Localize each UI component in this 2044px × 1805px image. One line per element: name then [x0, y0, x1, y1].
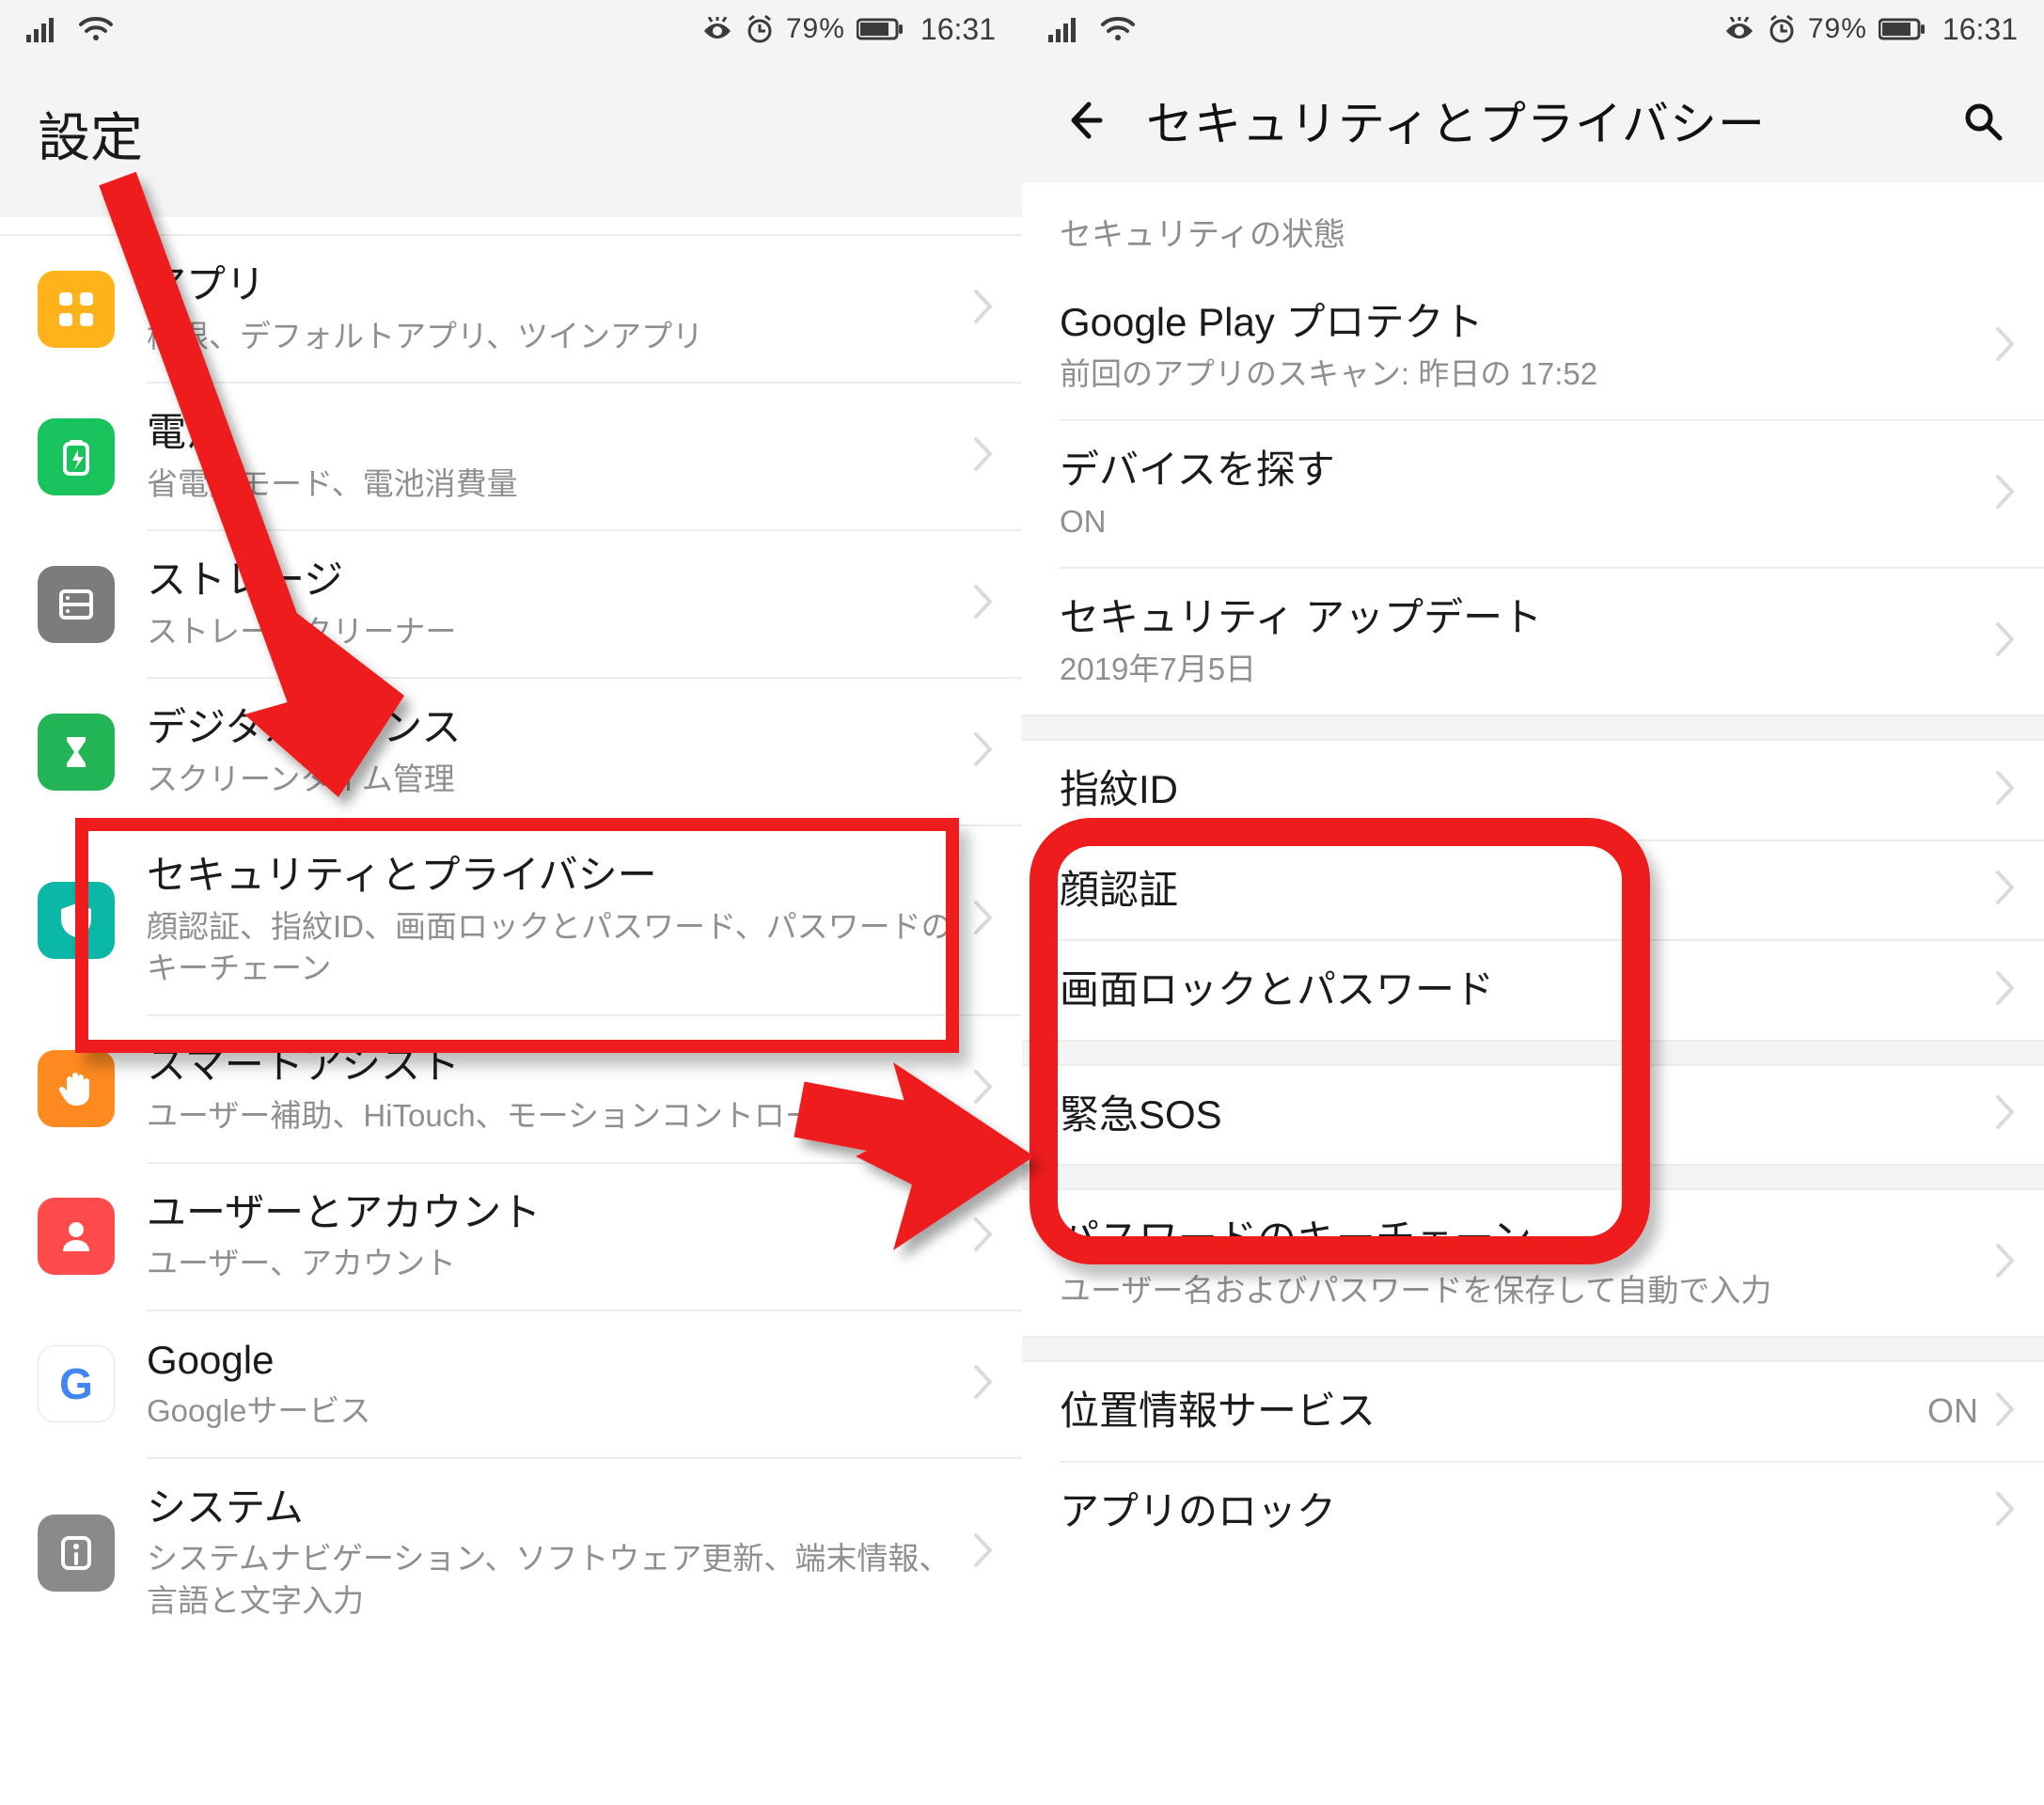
chevron-right-icon: [973, 1069, 994, 1109]
signal-icon: [26, 16, 60, 42]
row-google[interactable]: G Google Googleサービス: [0, 1311, 1022, 1457]
row-title: セキュリティ アップデート: [1060, 593, 1986, 643]
row-sub: ユーザー補助、HiTouch、モーションコントロール: [147, 1095, 964, 1138]
storage-icon: [38, 566, 115, 643]
row-security-update[interactable]: セキュリティ アップデート 2019年7月5日: [1022, 569, 2044, 714]
row-title: システム: [147, 1483, 964, 1533]
page-title: 設定: [38, 96, 984, 172]
battery-setting-icon: [38, 418, 115, 495]
clock-time: 16:31: [1942, 12, 2018, 47]
settings-header: 設定: [0, 58, 1022, 217]
info-icon: [38, 1515, 115, 1592]
row-location-services[interactable]: 位置情報サービス ON: [1022, 1362, 2044, 1461]
row-title: ユーザーとアカウント: [147, 1188, 964, 1238]
eye-comfort-icon: [1723, 17, 1755, 41]
battery-percent: 79%: [1808, 13, 1867, 45]
status-bar: 79% 16:31: [1022, 0, 2044, 58]
row-sub: 2019年7月5日: [1060, 649, 1986, 691]
alarm-icon: [1767, 14, 1797, 44]
battery-icon: [857, 17, 904, 41]
chevron-right-icon: [973, 289, 994, 329]
row-system[interactable]: システム システムナビゲーション、ソフトウェア更新、端末情報、言語と文字入力: [0, 1459, 1022, 1647]
chevron-right-icon: [973, 1364, 994, 1405]
section-security-status: セキュリティの状態: [1022, 199, 2044, 274]
row-battery[interactable]: 電池 省電力モード、電池消費量: [0, 384, 1022, 529]
user-icon: [38, 1198, 115, 1275]
row-play-protect[interactable]: Google Play プロテクト 前回のアプリのスキャン: 昨日の 17:52: [1022, 274, 2044, 419]
annotation-highlight-right: [1030, 818, 1650, 1264]
chevron-right-icon: [1995, 1094, 2016, 1135]
chevron-right-icon: [1995, 1491, 2016, 1531]
chevron-right-icon: [973, 1532, 994, 1573]
row-sub: ユーザー、アカウント: [147, 1243, 964, 1285]
row-sub: システムナビゲーション、ソフトウェア更新、端末情報、言語と文字入力: [147, 1538, 964, 1622]
row-title: アプリのロック: [1060, 1487, 1986, 1537]
google-icon: G: [38, 1345, 115, 1422]
row-storage[interactable]: ストレージ ストレージクリーナー: [0, 531, 1022, 677]
page-title: セキュリティとプライバシー: [1146, 86, 1920, 154]
row-title: 位置情報サービス: [1060, 1387, 1927, 1436]
hourglass-icon: [38, 714, 115, 791]
row-sub: 権限、デフォルトアプリ、ツインアプリ: [147, 316, 964, 358]
eye-comfort-icon: [701, 17, 733, 41]
row-title: デジタルバランス: [147, 703, 964, 753]
row-find-device[interactable]: デバイスを探す ON: [1022, 421, 2044, 567]
row-sub: スクリーンタイム管理: [147, 759, 964, 801]
row-sub: 省電力モード、電池消費量: [147, 463, 964, 506]
row-users-accounts[interactable]: ユーザーとアカウント ユーザー、アカウント: [0, 1164, 1022, 1310]
hand-icon: [38, 1050, 115, 1127]
chevron-right-icon: [1995, 326, 2016, 367]
row-sub: ユーザー名およびパスワードを保存して自動で入力: [1060, 1270, 1986, 1312]
row-value: ON: [1927, 1391, 1978, 1431]
row-sub: ストレージクリーナー: [147, 611, 964, 653]
chevron-right-icon: [1995, 1391, 2016, 1432]
chevron-right-icon: [1995, 474, 2016, 514]
chevron-right-icon: [973, 436, 994, 477]
status-bar: 79% 16:31: [0, 0, 1022, 58]
alarm-icon: [745, 14, 775, 44]
security-header: セキュリティとプライバシー: [1022, 58, 2044, 182]
search-button[interactable]: [1948, 86, 2016, 154]
row-title: 指紋ID: [1060, 765, 1986, 815]
battery-percent: 79%: [786, 13, 845, 45]
clock-time: 16:31: [920, 12, 996, 47]
chevron-right-icon: [973, 731, 994, 772]
row-app-lock[interactable]: アプリのロック: [1022, 1463, 2044, 1562]
back-button[interactable]: [1050, 86, 1118, 154]
chevron-right-icon: [1995, 970, 2016, 1011]
chevron-right-icon: [1995, 1243, 2016, 1283]
annotation-highlight-left: [75, 818, 959, 1053]
row-sub: ON: [1060, 501, 1986, 543]
chevron-right-icon: [1995, 870, 2016, 910]
signal-icon: [1048, 16, 1082, 42]
wifi-icon: [77, 15, 115, 43]
row-title: Google: [147, 1336, 964, 1386]
chevron-right-icon: [1995, 621, 2016, 662]
chevron-right-icon: [1995, 770, 2016, 810]
wifi-icon: [1099, 15, 1137, 43]
chevron-right-icon: [973, 1216, 994, 1257]
row-title: アプリ: [147, 260, 964, 310]
row-digital-balance[interactable]: デジタルバランス スクリーンタイム管理: [0, 679, 1022, 824]
apps-icon: [38, 271, 115, 348]
row-apps[interactable]: アプリ 権限、デフォルトアプリ、ツインアプリ: [0, 236, 1022, 382]
row-sub: 前回のアプリのスキャン: 昨日の 17:52: [1060, 353, 1986, 396]
row-title: Google Play プロテクト: [1060, 298, 1986, 348]
row-sub: Googleサービス: [147, 1390, 964, 1433]
row-title: 電池: [147, 408, 964, 458]
battery-icon: [1879, 17, 1926, 41]
chevron-right-icon: [973, 900, 994, 940]
chevron-right-icon: [973, 584, 994, 624]
row-title: ストレージ: [147, 556, 964, 605]
row-title: デバイスを探す: [1060, 446, 1986, 495]
